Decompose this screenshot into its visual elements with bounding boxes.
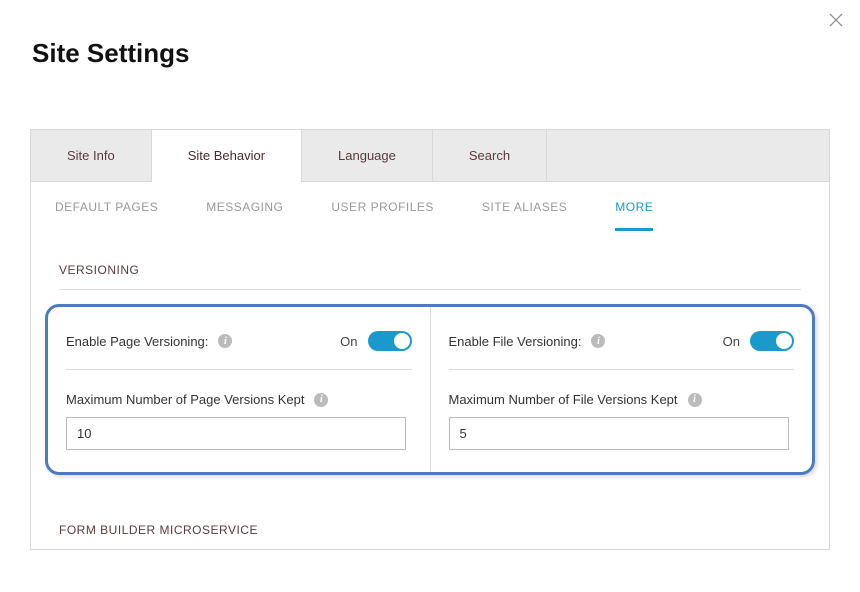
subtab-user-profiles[interactable]: USER PROFILES [331,182,434,231]
page-versions-max-input[interactable] [66,417,406,450]
file-versioning-toggle[interactable] [750,331,794,351]
page-versions-max-label: Maximum Number of Page Versions Kept [66,392,304,407]
tab-site-behavior[interactable]: Site Behavior [152,130,302,181]
file-versions-max-input[interactable] [449,417,789,450]
info-icon[interactable]: i [218,334,232,348]
divider [449,369,795,370]
page-versioning-state: On [340,334,357,349]
info-icon[interactable]: i [591,334,605,348]
info-icon[interactable]: i [688,393,702,407]
settings-panel: Site Info Site Behavior Language Search … [30,129,830,550]
primary-tabs: Site Info Site Behavior Language Search [31,130,829,182]
page-title: Site Settings [0,0,860,99]
subtab-site-aliases[interactable]: SITE ALIASES [482,182,567,231]
tab-site-info[interactable]: Site Info [31,130,152,181]
sub-tabs: DEFAULT PAGES MESSAGING USER PROFILES SI… [31,182,829,231]
divider [59,289,801,290]
page-versioning-toggle[interactable] [368,331,412,351]
tab-language[interactable]: Language [302,130,433,181]
subtab-messaging[interactable]: MESSAGING [206,182,283,231]
close-icon[interactable] [828,12,844,28]
subtab-default-pages[interactable]: DEFAULT PAGES [55,182,158,231]
page-versioning-label: Enable Page Versioning: [66,334,208,349]
versioning-highlight-box: Enable Page Versioning: i On Maximum Num… [45,304,815,475]
form-builder-heading: FORM BUILDER MICROSERVICE [31,475,829,549]
file-versioning-label: Enable File Versioning: [449,334,582,349]
divider [66,369,412,370]
versioning-heading: VERSIONING [31,231,829,289]
file-versions-max-label: Maximum Number of File Versions Kept [449,392,678,407]
subtab-more[interactable]: MORE [615,182,653,231]
page-versioning-column: Enable Page Versioning: i On Maximum Num… [48,307,430,472]
info-icon[interactable]: i [314,393,328,407]
file-versioning-column: Enable File Versioning: i On Maximum Num… [430,307,813,472]
file-versioning-state: On [723,334,740,349]
tab-search[interactable]: Search [433,130,547,181]
